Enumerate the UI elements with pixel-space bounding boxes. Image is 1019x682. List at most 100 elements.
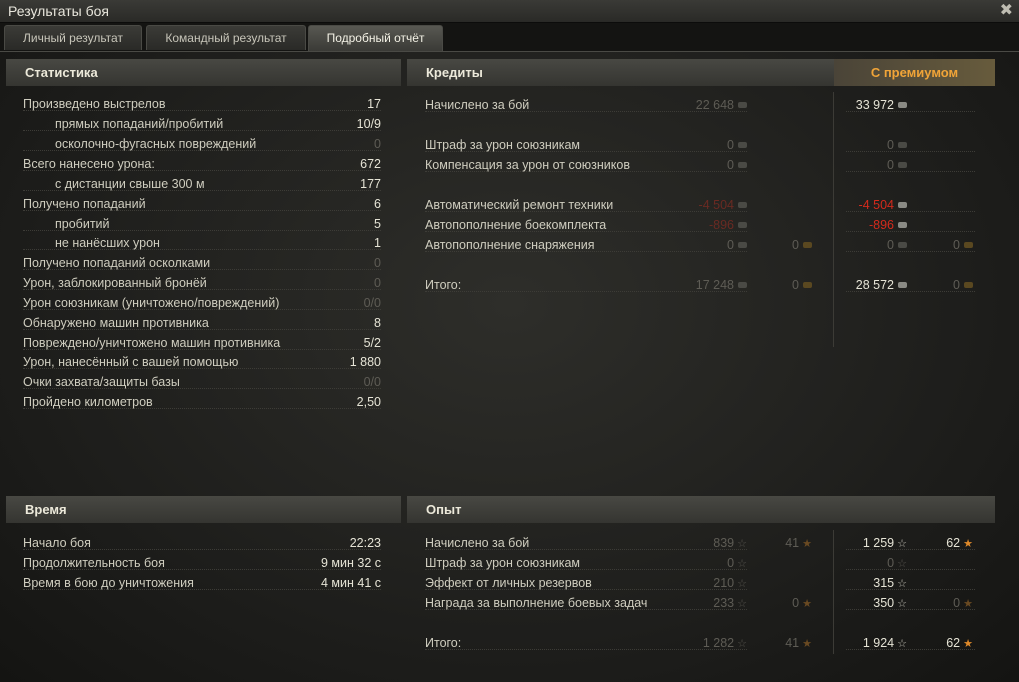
base-xp: 0 ☆ <box>727 553 747 574</box>
stat-row: пробитий 5 <box>23 214 381 234</box>
stats-heading: Статистика <box>25 65 98 80</box>
time-label: Время в бою до уничтожения <box>23 576 194 590</box>
xp-label: Эффект от личных резервов <box>425 576 592 590</box>
gold-icon <box>803 242 812 248</box>
time-row: Продолжительность боя 9 мин 32 с <box>23 553 381 573</box>
credits-icon <box>898 162 907 168</box>
premium-credits: 0 <box>887 155 907 175</box>
stat-value: 0/0 <box>363 296 381 310</box>
premium-credits: -4 504 <box>859 195 907 215</box>
window-title: Результаты боя <box>8 3 110 19</box>
premium-credits-value: 0 <box>887 158 894 172</box>
base-free-xp-value: 0 <box>792 596 800 610</box>
stat-value: 1 880 <box>349 355 381 369</box>
stat-label: Урон союзникам (уничтожено/повреждений) <box>23 296 280 310</box>
xp-star-icon: ☆ <box>737 558 747 570</box>
time-heading: Время <box>25 502 67 517</box>
base-credits-value: 17 248 <box>695 278 734 292</box>
credit-label: Начислено за бой <box>425 98 530 112</box>
base-credits: -4 504 <box>699 195 747 215</box>
base-gold: 0 <box>792 275 812 295</box>
base-free-xp: 0 ★ <box>792 593 812 614</box>
tab-team-result[interactable]: Командный результат <box>146 25 306 50</box>
xp-star-icon: ☆ <box>897 598 907 610</box>
xp-row: Эффект от личных резервов 210 ☆ 315 ☆ <box>425 573 977 593</box>
stat-value: 1 <box>374 236 381 250</box>
premium-gold-value: 0 <box>953 238 960 252</box>
time-label: Продолжительность боя <box>23 556 165 570</box>
premium-credits: 0 <box>887 235 907 255</box>
stat-row: Получено попаданий осколками 0 <box>23 253 381 273</box>
credits-icon <box>738 142 747 148</box>
stat-label: с дистанции свыше 300 м <box>55 177 205 191</box>
credit-row: Начислено за бой 22 648 33 972 <box>425 95 977 115</box>
credit-row: Автопополнение снаряжения 0 0 0 0 <box>425 235 977 255</box>
dotted-leader <box>846 151 975 152</box>
stat-label: Урон, заблокированный бронёй <box>23 276 207 290</box>
premium-gold-value: 0 <box>953 278 960 292</box>
dotted-leader <box>846 589 975 590</box>
stat-label: Произведено выстрелов <box>23 97 166 111</box>
stat-label: Всего нанесено урона: <box>23 157 155 171</box>
stat-row: Произведено выстрелов 17 <box>23 94 381 114</box>
premium-xp: 315 ☆ <box>873 573 907 594</box>
premium-credits-value: 0 <box>887 138 894 152</box>
premium-free-xp: 0 ★ <box>953 593 973 614</box>
premium-credits: 33 972 <box>856 95 907 115</box>
base-credits-value: 0 <box>727 158 734 172</box>
time-row: Время в бою до уничтожения 4 мин 41 с <box>23 573 381 593</box>
credit-label: Автопополнение снаряжения <box>425 238 595 252</box>
stat-row: Урон, заблокированный бронёй 0 <box>23 273 381 293</box>
premium-credits: -896 <box>869 215 907 235</box>
stat-label: Получено попаданий <box>23 197 146 211</box>
tab-detailed-report[interactable]: Подробный отчёт <box>308 25 443 51</box>
premium-free-xp: 62 ★ <box>946 633 973 654</box>
stat-label: Очки захвата/защиты базы <box>23 375 180 389</box>
tab-personal-result[interactable]: Личный результат <box>4 25 142 50</box>
xp-star-icon: ☆ <box>897 538 907 550</box>
credits-icon <box>898 202 907 208</box>
premium-credits: 0 <box>887 135 907 155</box>
time-row: Начало боя 22:23 <box>23 533 381 553</box>
base-free-xp-value: 41 <box>785 636 800 650</box>
stat-row: Очки захвата/защиты базы 0/0 <box>23 372 381 392</box>
close-icon[interactable]: ✖ <box>1000 0 1013 20</box>
base-credits-value: 0 <box>727 238 734 252</box>
stat-value: 6 <box>374 197 381 211</box>
premium-xp: 1 924 ☆ <box>863 633 907 654</box>
dotted-leader <box>846 231 975 232</box>
stat-value: 5/2 <box>363 336 381 350</box>
premium-xp-value: 315 <box>873 576 895 590</box>
time-value: 9 мин 32 с <box>320 556 381 570</box>
stat-label: не нанёсших урон <box>55 236 160 250</box>
base-xp: 233 ☆ <box>713 593 747 614</box>
title-bar: Результаты боя ✖ <box>0 0 1019 23</box>
credit-row: Итого: 17 248 28 572 0 0 <box>425 275 977 295</box>
xp-star-icon: ☆ <box>737 578 747 590</box>
credits-icon <box>898 222 907 228</box>
credit-label: Штраф за урон союзникам <box>425 138 581 152</box>
stat-row: прямых попаданий/пробитий 10/9 <box>23 114 381 134</box>
free-xp-star-icon: ★ <box>802 598 812 610</box>
stats-header: Статистика <box>6 59 401 86</box>
stat-row: Обнаружено машин противника 8 <box>23 313 381 333</box>
stat-row: не нанёсших урон 1 <box>23 233 381 253</box>
base-xp-value: 1 282 <box>702 636 735 650</box>
base-xp-value: 210 <box>713 576 735 590</box>
xp-star-icon: ☆ <box>897 558 907 570</box>
stat-row: Повреждено/уничтожено машин противника 5/… <box>23 333 381 353</box>
dotted-leader <box>846 171 975 172</box>
premium-heading: С премиумом <box>834 59 995 86</box>
xp-star-icon: ☆ <box>897 638 907 650</box>
xp-row: Итого: 1 282 ☆ 1 924 ☆ 41 ★ 62 ★ <box>425 633 977 653</box>
time-value: 22:23 <box>349 536 381 550</box>
xp-label: Начислено за бой <box>425 536 530 550</box>
stat-label: прямых попаданий/пробитий <box>55 117 224 131</box>
base-free-xp: 41 ★ <box>785 533 812 554</box>
premium-free-xp-value: 62 <box>946 536 961 550</box>
premium-credits-value: 28 572 <box>855 278 894 292</box>
premium-xp: 0 ☆ <box>887 553 907 574</box>
premium-credits-value: -4 504 <box>858 198 894 212</box>
credits-icon <box>898 102 907 108</box>
premium-gold: 0 <box>953 275 973 295</box>
